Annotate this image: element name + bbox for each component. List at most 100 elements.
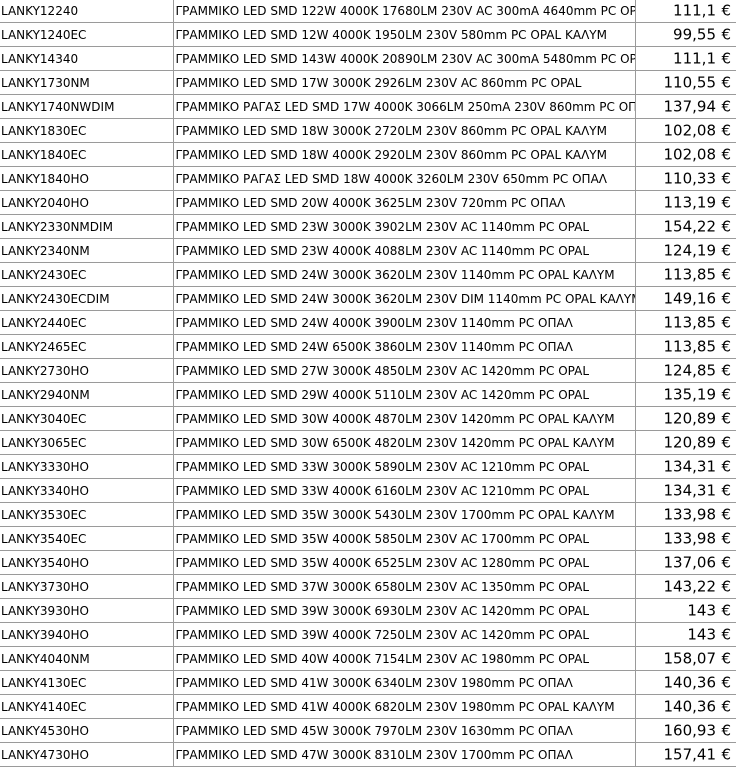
product-description-cell[interactable]: ΓΡΑΜΜΙΚΟ LED SMD 39W 3000K 6930LM 230V A… (172, 598, 636, 623)
price-cell[interactable]: 111,1 € (634, 46, 736, 71)
product-code-cell[interactable]: LANKY4130EC (0, 670, 174, 695)
price-cell[interactable]: 111,1 € (634, 0, 736, 23)
price-cell[interactable]: 124,19 € (634, 238, 736, 263)
product-code-cell[interactable]: LANKY2340NM (0, 238, 174, 263)
product-code-cell[interactable]: LANKY2940NM (0, 382, 174, 407)
product-code-cell[interactable]: LANKY3530EC (0, 502, 174, 527)
price-cell[interactable]: 133,98 € (634, 502, 736, 527)
product-code-cell[interactable]: LANKY4140EC (0, 694, 174, 719)
price-cell[interactable]: 134,31 € (634, 454, 736, 479)
product-code-cell[interactable]: LANKY2040HO (0, 190, 174, 215)
table-row: LANKY3340HO ΓΡΑΜΜΙΚΟ LED SMD 33W 4000K 6… (0, 478, 736, 503)
product-code-cell[interactable]: LANKY4530HO (0, 718, 174, 743)
price-cell[interactable]: 113,85 € (634, 310, 736, 335)
price-cell[interactable]: 120,89 € (634, 430, 736, 455)
product-code-cell[interactable]: LANKY1840EC (0, 142, 174, 167)
product-description-cell[interactable]: ΓΡΑΜΜΙΚΟ LED SMD 143W 4000K 20890LM 230V… (172, 46, 636, 71)
product-description-cell[interactable]: ΓΡΑΜΜΙΚΟ LED SMD 20W 4000K 3625LM 230V 7… (172, 190, 636, 215)
product-code-cell[interactable]: LANKY14340 (0, 46, 174, 71)
product-code-cell[interactable]: LANKY3940HO (0, 622, 174, 647)
product-description-cell[interactable]: ΓΡΑΜΜΙΚΟ LED SMD 18W 3000K 2720LM 230V 8… (172, 118, 636, 143)
product-description-cell[interactable]: ΓΡΑΜΜΙΚΟ ΡΑΓΑΣ LED SMD 17W 4000K 3066LM … (172, 94, 636, 119)
product-code-cell[interactable]: LANKY3730HO (0, 574, 174, 599)
product-description-cell[interactable]: ΓΡΑΜΜΙΚΟ LED SMD 41W 4000K 6820LM 230V 1… (172, 694, 636, 719)
product-code-cell[interactable]: LANKY2430ECDIM (0, 286, 174, 311)
product-description-cell[interactable]: ΓΡΑΜΜΙΚΟ LED SMD 33W 3000K 5890LM 230V A… (172, 454, 636, 479)
product-description-cell[interactable]: ΓΡΑΜΜΙΚΟ LED SMD 45W 3000K 7970LM 230V 1… (172, 718, 636, 743)
product-code-cell[interactable]: LANKY1840HO (0, 166, 174, 191)
product-description-cell[interactable]: ΓΡΑΜΜΙΚΟ LED SMD 30W 6500K 4820LM 230V 1… (172, 430, 636, 455)
product-description-cell[interactable]: ΓΡΑΜΜΙΚΟ LED SMD 47W 3000K 8310LM 230V 1… (172, 742, 636, 767)
product-description-cell[interactable]: ΓΡΑΜΜΙΚΟ LED SMD 24W 4000K 3900LM 230V 1… (172, 310, 636, 335)
product-code-cell[interactable]: LANKY3540HO (0, 550, 174, 575)
product-description-cell[interactable]: ΓΡΑΜΜΙΚΟ LED SMD 17W 3000K 2926LM 230V A… (172, 70, 636, 95)
product-description-cell[interactable]: ΓΡΑΜΜΙΚΟ LED SMD 35W 4000K 6525LM 230V A… (172, 550, 636, 575)
product-code-cell[interactable]: LANKY3340HO (0, 478, 174, 503)
product-description-cell[interactable]: ΓΡΑΜΜΙΚΟ LED SMD 29W 4000K 5110LM 230V A… (172, 382, 636, 407)
product-description-cell[interactable]: ΓΡΑΜΜΙΚΟ LED SMD 122W 4000K 17680LM 230V… (172, 0, 636, 23)
price-cell[interactable]: 149,16 € (634, 286, 736, 311)
price-cell[interactable]: 143,22 € (634, 574, 736, 599)
price-cell[interactable]: 133,98 € (634, 526, 736, 551)
price-cell[interactable]: 158,07 € (634, 646, 736, 671)
price-cell[interactable]: 124,85 € (634, 358, 736, 383)
price-cell[interactable]: 154,22 € (634, 214, 736, 239)
product-description: ΓΡΑΜΜΙΚΟ LED SMD 18W 3000K 2720LM 230V 8… (175, 123, 607, 138)
product-description-cell[interactable]: ΓΡΑΜΜΙΚΟ LED SMD 35W 3000K 5430LM 230V 1… (172, 502, 636, 527)
product-code-cell[interactable]: LANKY2730HO (0, 358, 174, 383)
currency-symbol: € (721, 673, 731, 691)
product-description-cell[interactable]: ΓΡΑΜΜΙΚΟ LED SMD 39W 4000K 7250LM 230V A… (172, 622, 636, 647)
product-code-cell[interactable]: LANKY3540EC (0, 526, 174, 551)
product-code-cell[interactable]: LANKY2440EC (0, 310, 174, 335)
price-cell[interactable]: 135,19 € (634, 382, 736, 407)
price-cell[interactable]: 110,55 € (634, 70, 736, 95)
price-cell[interactable]: 134,31 € (634, 478, 736, 503)
price-cell[interactable]: 137,06 € (634, 550, 736, 575)
product-description-cell[interactable]: ΓΡΑΜΜΙΚΟ LED SMD 23W 3000K 3902LM 230V A… (172, 214, 636, 239)
product-code-cell[interactable]: LANKY3930HO (0, 598, 174, 623)
product-description-cell[interactable]: ΓΡΑΜΜΙΚΟ LED SMD 33W 4000K 6160LM 230V A… (172, 478, 636, 503)
product-description-cell[interactable]: ΓΡΑΜΜΙΚΟ LED SMD 12W 4000K 1950LM 230V 5… (172, 22, 636, 47)
price-cell[interactable]: 113,85 € (634, 334, 736, 359)
product-description-cell[interactable]: ΓΡΑΜΜΙΚΟ LED SMD 40W 4000K 7154LM 230V A… (172, 646, 636, 671)
product-description-cell[interactable]: ΓΡΑΜΜΙΚΟ LED SMD 18W 4000K 2920LM 230V 8… (172, 142, 636, 167)
price-cell[interactable]: 140,36 € (634, 670, 736, 695)
price-cell[interactable]: 110,33 € (634, 166, 736, 191)
product-code-cell[interactable]: LANKY12240 (0, 0, 174, 23)
price-cell[interactable]: 140,36 € (634, 694, 736, 719)
price-cell[interactable]: 143 € (634, 622, 736, 647)
price-cell[interactable]: 102,08 € (634, 118, 736, 143)
product-description-cell[interactable]: ΓΡΑΜΜΙΚΟ LED SMD 24W 3000K 3620LM 230V 1… (172, 262, 636, 287)
product-code-cell[interactable]: LANKY1740NWDIM (0, 94, 174, 119)
price-cell[interactable]: 113,19 € (634, 190, 736, 215)
product-code-cell[interactable]: LANKY3330HO (0, 454, 174, 479)
price-cell[interactable]: 102,08 € (634, 142, 736, 167)
product-description: ΓΡΑΜΜΙΚΟ LED SMD 39W 4000K 7250LM 230V A… (175, 627, 590, 642)
price-cell[interactable]: 157,41 € (634, 742, 736, 767)
product-code-cell[interactable]: LANKY1830EC (0, 118, 174, 143)
product-code-cell[interactable]: LANKY4040NM (0, 646, 174, 671)
price-cell[interactable]: 99,55 € (634, 22, 736, 47)
product-description-cell[interactable]: ΓΡΑΜΜΙΚΟ LED SMD 24W 6500K 3860LM 230V 1… (172, 334, 636, 359)
price-cell[interactable]: 113,85 € (634, 262, 736, 287)
product-description-cell[interactable]: ΓΡΑΜΜΙΚΟ ΡΑΓΑΣ LED SMD 18W 4000K 3260LM … (172, 166, 636, 191)
product-code-cell[interactable]: LANKY3065EC (0, 430, 174, 455)
product-code-cell[interactable]: LANKY4730HO (0, 742, 174, 767)
price-cell[interactable]: 120,89 € (634, 406, 736, 431)
product-description-cell[interactable]: ΓΡΑΜΜΙΚΟ LED SMD 27W 3000K 4850LM 230V A… (172, 358, 636, 383)
product-description-cell[interactable]: ΓΡΑΜΜΙΚΟ LED SMD 30W 4000K 4870LM 230V 1… (172, 406, 636, 431)
price-cell[interactable]: 160,93 € (634, 718, 736, 743)
price-cell[interactable]: 143 € (634, 598, 736, 623)
product-description-cell[interactable]: ΓΡΑΜΜΙΚΟ LED SMD 41W 3000K 6340LM 230V 1… (172, 670, 636, 695)
product-code-cell[interactable]: LANKY1240EC (0, 22, 174, 47)
product-description-cell[interactable]: ΓΡΑΜΜΙΚΟ LED SMD 37W 3000K 6580LM 230V A… (172, 574, 636, 599)
product-description-cell[interactable]: ΓΡΑΜΜΙΚΟ LED SMD 23W 4000K 4088LM 230V A… (172, 238, 636, 263)
product-code-cell[interactable]: LANKY3040EC (0, 406, 174, 431)
product-description-cell[interactable]: ΓΡΑΜΜΙΚΟ LED SMD 24W 3000K 3620LM 230V D… (172, 286, 636, 311)
product-description-cell[interactable]: ΓΡΑΜΜΙΚΟ LED SMD 35W 4000K 5850LM 230V A… (172, 526, 636, 551)
product-code-cell[interactable]: LANKY1730NM (0, 70, 174, 95)
product-code-cell[interactable]: LANKY2465EC (0, 334, 174, 359)
product-code-cell[interactable]: LANKY2430EC (0, 262, 174, 287)
product-code-cell[interactable]: LANKY2330NMDIM (0, 214, 174, 239)
price-cell[interactable]: 137,94 € (634, 94, 736, 119)
